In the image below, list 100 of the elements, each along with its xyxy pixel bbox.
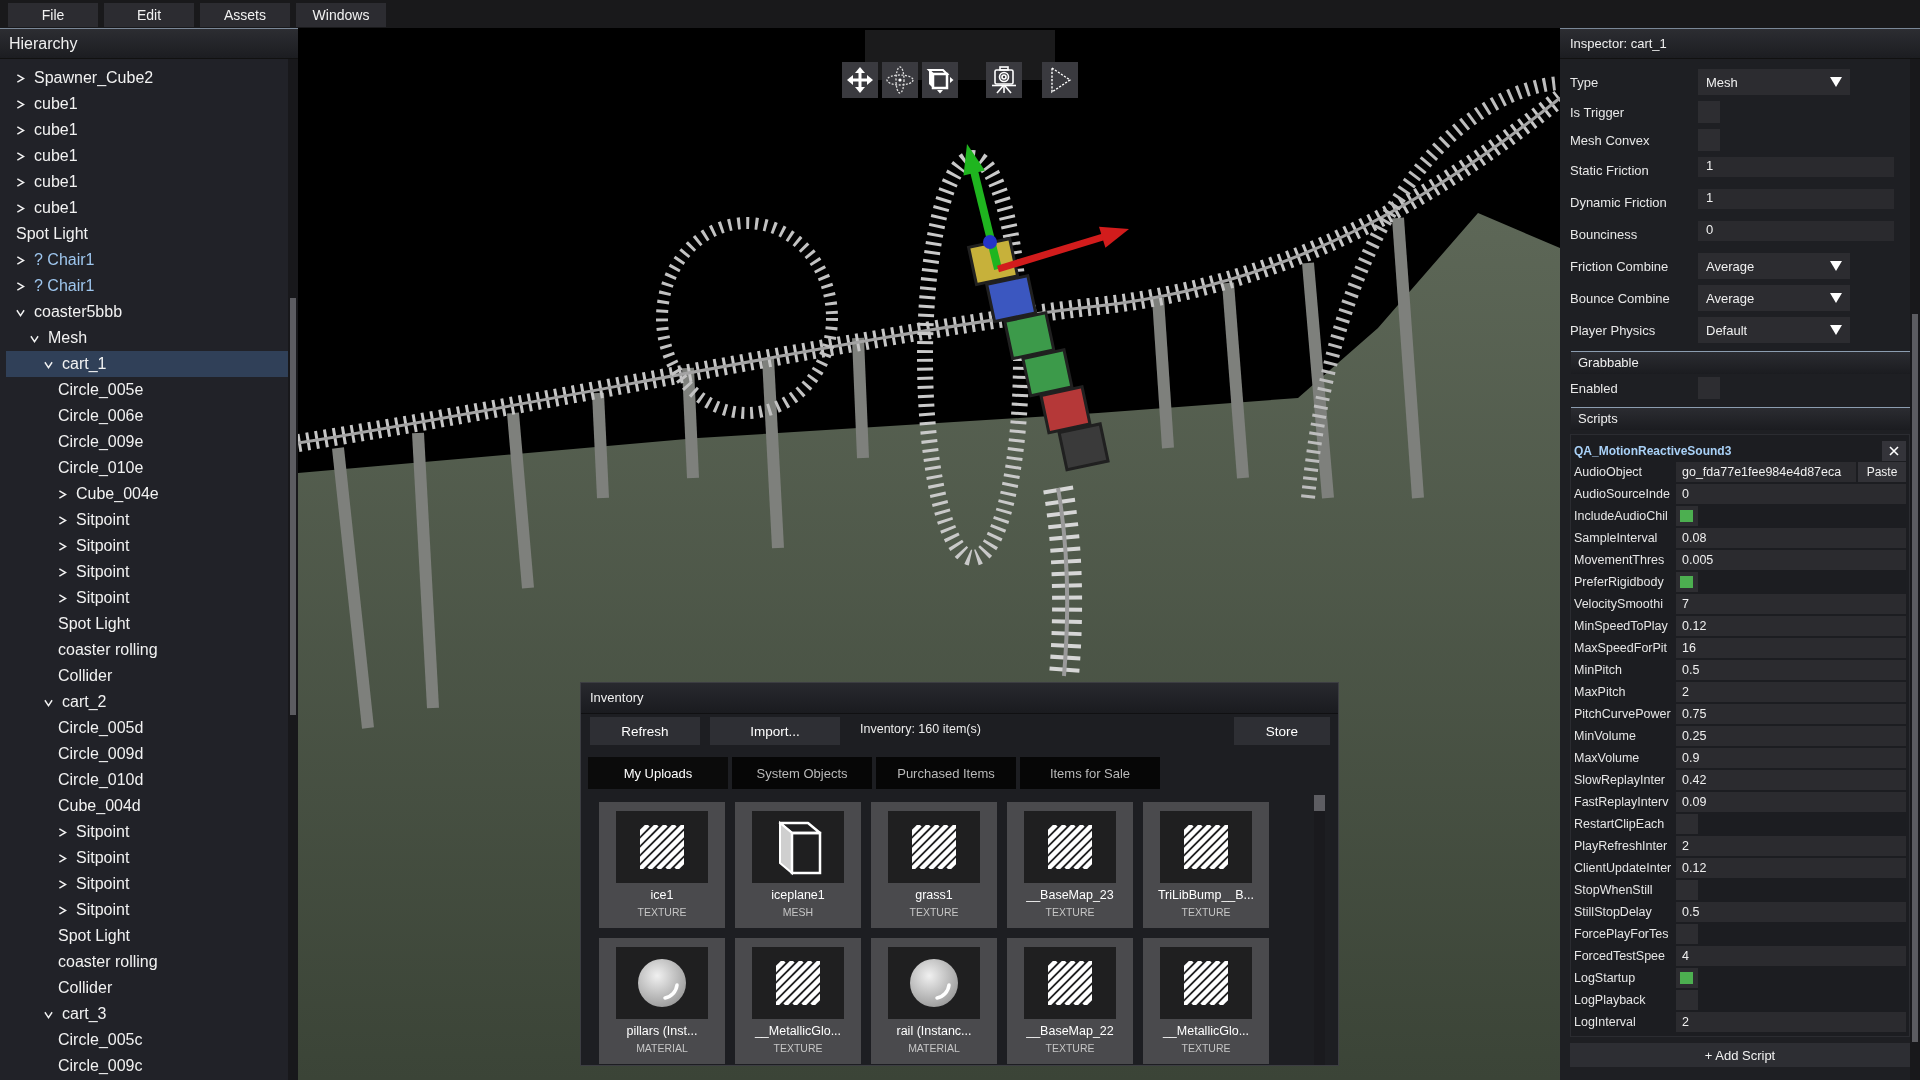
tree-item[interactable]: Circle_005e [6,377,288,403]
tree-item[interactable]: Sitpoint [6,507,288,533]
tree-item[interactable]: Sitpoint [6,871,288,897]
tab[interactable]: Purchased Items [876,757,1016,789]
scrollbar-thumb[interactable] [1314,795,1325,811]
paste-button[interactable]: Paste [1858,462,1906,482]
text-field[interactable]: 0.08 [1676,528,1906,548]
chevron-right-icon[interactable] [16,151,25,161]
tree-item[interactable]: cart_1 [6,351,288,377]
inventory-tile[interactable]: __MetallicGlo... TEXTURE [1143,938,1269,1064]
tree-item[interactable]: Sitpoint [6,559,288,585]
tree-item[interactable]: Sitpoint [6,533,288,559]
text-field[interactable]: 0 [1698,221,1894,241]
tree-item[interactable]: cube1 [6,195,288,221]
text-field[interactable]: 0.5 [1676,660,1906,680]
tree-item[interactable]: cube1 [6,117,288,143]
chevron-right-icon[interactable] [16,73,25,83]
menu-button[interactable]: File [8,3,98,27]
chevron-right-icon[interactable] [58,541,67,551]
text-field[interactable]: 0 [1676,484,1906,504]
tree-item[interactable]: coaster rolling [6,949,288,975]
text-field[interactable]: 0.9 [1676,748,1906,768]
object-field[interactable]: go_fda77e1fee984e4d87eca [1676,462,1856,482]
tree-item[interactable]: Sitpoint [6,897,288,923]
store-button[interactable]: Store [1234,717,1330,745]
rotate-tool-button[interactable] [882,62,918,98]
tab[interactable]: System Objects [732,757,872,789]
text-field[interactable]: 16 [1676,638,1906,658]
tree-item[interactable]: Collider [6,663,288,689]
scale-tool-button[interactable] [922,62,958,98]
text-field[interactable]: 1 [1698,157,1894,177]
tree-item[interactable]: Circle_009e [6,429,288,455]
tree-item[interactable]: Circle_010e [6,455,288,481]
tab[interactable]: My Uploads [588,757,728,789]
tree-item[interactable]: cube1 [6,143,288,169]
camera-tool-button[interactable] [986,62,1022,98]
checkbox[interactable] [1676,572,1698,592]
tree-item[interactable]: Sitpoint [6,845,288,871]
tree-item[interactable]: Mesh [6,325,288,351]
toolbar-button[interactable]: Refresh [590,717,700,745]
text-field[interactable]: 0.09 [1676,792,1906,812]
chevron-right-icon[interactable] [58,827,67,837]
menu-button[interactable]: Edit [104,3,194,27]
tree-item[interactable]: Circle_006e [6,403,288,429]
chevron-down-icon[interactable] [44,697,53,707]
dropdown[interactable]: Average [1698,253,1850,279]
tree-item[interactable]: Collider [6,975,288,1001]
text-field[interactable]: 2 [1676,682,1906,702]
tree-item[interactable]: coaster5bbb [6,299,288,325]
tree-item[interactable]: Circle_010d [6,767,288,793]
inventory-tile[interactable]: ice1 TEXTURE [599,802,725,928]
chevron-right-icon[interactable] [16,177,25,187]
text-field[interactable]: 7 [1676,594,1906,614]
tree-item[interactable]: Spot Light [6,221,288,247]
tree-item[interactable]: cube1 [6,169,288,195]
text-field[interactable]: 2 [1676,836,1906,856]
chevron-right-icon[interactable] [58,489,67,499]
chevron-right-icon[interactable] [58,905,67,915]
tree-item[interactable]: Circle_005c [6,1027,288,1053]
inventory-tile[interactable]: __BaseMap_22 TEXTURE [1007,938,1133,1064]
tree-item[interactable]: ? Chair1 [6,273,288,299]
text-field[interactable]: 1 [1698,189,1894,209]
coaster-train-drawing[interactable] [966,236,1110,472]
checkbox[interactable] [1676,968,1698,988]
tree-item[interactable]: Circle_009c [6,1053,288,1079]
inventory-tile[interactable]: grass1 TEXTURE [871,802,997,928]
chevron-right-icon[interactable] [16,125,25,135]
text-field[interactable]: 0.005 [1676,550,1906,570]
inventory-tile[interactable]: __BaseMap_23 TEXTURE [1007,802,1133,928]
tree-item[interactable]: Spot Light [6,611,288,637]
menu-button[interactable]: Windows [296,3,386,27]
close-button[interactable] [1882,441,1906,461]
text-field[interactable]: 0.12 [1676,616,1906,636]
dropdown[interactable]: Default [1698,317,1850,343]
text-field[interactable]: 0.75 [1676,704,1906,724]
scrollbar-thumb[interactable] [290,298,296,715]
tree-item[interactable]: ? Chair1 [6,247,288,273]
add-script-button[interactable]: + Add Script [1570,1043,1910,1067]
text-field[interactable]: 0.12 [1676,858,1906,878]
tree-item[interactable]: cart_3 [6,1001,288,1027]
tree-item[interactable]: cart_2 [6,689,288,715]
chevron-down-icon[interactable] [44,1009,53,1019]
chevron-right-icon[interactable] [16,281,25,291]
text-field[interactable]: 0.25 [1676,726,1906,746]
chevron-right-icon[interactable] [58,515,67,525]
tree-item[interactable]: Circle_005d [6,715,288,741]
text-field[interactable]: 0.5 [1676,902,1906,922]
chevron-right-icon[interactable] [58,567,67,577]
text-field[interactable]: 4 [1676,946,1906,966]
tree-item[interactable]: Sitpoint [6,585,288,611]
chevron-right-icon[interactable] [58,879,67,889]
dropdown[interactable]: Mesh [1698,69,1850,95]
tree-item[interactable]: cube1 [6,91,288,117]
tree-item[interactable]: coaster rolling [6,637,288,663]
inventory-tile[interactable]: TriLibBump__B... TEXTURE [1143,802,1269,928]
play-button[interactable] [1042,62,1078,98]
chevron-right-icon[interactable] [58,593,67,603]
tree-item[interactable]: Circle_009d [6,741,288,767]
chevron-right-icon[interactable] [16,203,25,213]
scrollbar-thumb[interactable] [1912,314,1918,1042]
